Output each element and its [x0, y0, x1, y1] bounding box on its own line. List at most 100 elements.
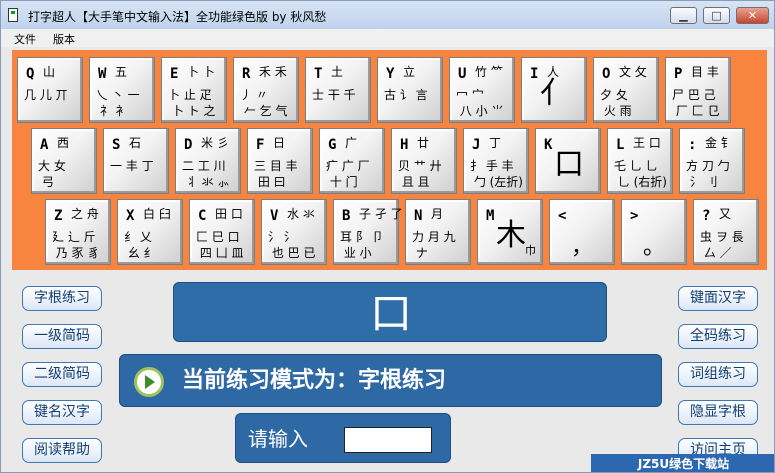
key-letter: G: [328, 137, 337, 153]
key-row2-7[interactable]: K口: [535, 128, 601, 194]
key-row2-0[interactable]: A西大 女 弓: [31, 128, 97, 194]
key-row2-6[interactable]: J丁扌 手 丰 勹 (左折): [463, 128, 529, 194]
key-row1-9[interactable]: P 目 丰尸 巴 己 厂 匚 㔾: [665, 57, 731, 123]
key-row3-3[interactable]: V 水 氺氵 ⺡ 也 巴 已: [261, 199, 327, 265]
radical-practice-button[interactable]: 字根练习: [22, 286, 102, 311]
key-row1-1[interactable]: W五乀 丶 一 礻 衤: [89, 57, 155, 123]
key-right: 五: [115, 65, 128, 79]
key-row1-6[interactable]: U 竹 ⺮冖 宀 八 小 ⺌: [449, 57, 515, 123]
key-row1-7[interactable]: I人亻: [521, 57, 587, 123]
key-right: 白 臼: [143, 207, 171, 221]
key-sub: 。: [642, 235, 665, 260]
key-row2-4[interactable]: G广疒 广 厂 十 门: [319, 128, 385, 194]
reading-help-button[interactable]: 阅读帮助: [22, 438, 102, 463]
key-letter: >: [630, 208, 639, 224]
key-big: 亻: [540, 76, 570, 111]
key-bottom: 古 讠 言: [384, 88, 428, 102]
key-letter: F: [256, 137, 265, 153]
key-right: 廿: [417, 136, 430, 150]
answer-input[interactable]: [344, 427, 432, 453]
key-big: 口: [554, 147, 584, 182]
mode-text: 当前练习模式为：字根练习: [182, 366, 446, 396]
key-row3-1[interactable]: X 白 臼纟 乂 幺 纟: [117, 199, 183, 265]
close-button[interactable]: ✕: [736, 7, 769, 24]
key-row3-0[interactable]: Z 之 舟廴 辶 斤 乃 豕 豸: [45, 199, 111, 265]
key-bottom: 虫 ヲ 長 厶 ／: [700, 230, 744, 260]
key-bottom: 大 女 弓: [38, 159, 66, 189]
key-sub: ，: [570, 235, 593, 260]
key-right: 子 孑 了: [359, 207, 403, 221]
input-panel: 请输入: [235, 413, 451, 463]
app-icon: [8, 8, 18, 22]
key-right: 土: [331, 65, 344, 79]
keyname-char-button[interactable]: 键名汉字: [22, 400, 102, 425]
key-row2-5[interactable]: H廿贝 艹 廾 且 且: [391, 128, 457, 194]
level1-shortcode-button[interactable]: 一级简码: [22, 324, 102, 349]
window-title: 打字超人【大手笔中文输入法】全功能绿色版 by 秋风愁: [28, 10, 327, 24]
input-label: 请输入: [248, 427, 308, 451]
toggle-radicals-button[interactable]: 隐显字根: [678, 400, 758, 425]
menu-version[interactable]: 版本: [53, 31, 75, 47]
key-row3-9[interactable]: ? 又虫 ヲ 長 厶 ／: [693, 199, 759, 265]
play-icon[interactable]: [134, 367, 164, 397]
key-bottom: 二 工 川 丬 氺 ⺗: [182, 159, 230, 189]
key-row1-8[interactable]: O 文 攵夕 夂 火 雨: [593, 57, 659, 123]
key-bottom: 冖 宀 八 小 ⺌: [456, 88, 504, 118]
key-row3-7[interactable]: <，: [549, 199, 615, 265]
maximize-button[interactable]: □: [703, 7, 730, 24]
menu-bar: 文件 版本: [1, 29, 774, 47]
menu-file[interactable]: 文件: [14, 31, 36, 47]
key-letter: X: [126, 208, 135, 224]
key-bottom: 耳 阝 卩 业 小: [340, 230, 384, 260]
key-row3-6[interactable]: M木巾: [477, 199, 543, 265]
key-right: 竹 ⺮: [475, 65, 503, 79]
key-letter: R: [242, 66, 251, 82]
key-letter: Q: [26, 66, 35, 82]
mode-prefix: 当前练习模式为：: [182, 368, 359, 393]
key-bottom: 夕 夂 火 雨: [600, 88, 632, 118]
key-row3-8[interactable]: >。: [621, 199, 687, 265]
key-right: 卜 卜: [187, 65, 215, 79]
key-letter: L: [616, 137, 625, 153]
phrase-practice-button[interactable]: 词组练习: [678, 362, 758, 387]
key-bottom: 尸 巴 己 厂 匚 㔾: [672, 88, 720, 118]
key-bottom: 几 儿 丌: [24, 88, 68, 102]
key-row1-5[interactable]: Y立古 讠 言: [377, 57, 443, 123]
mode-panel: 当前练习模式为：字根练习: [119, 354, 662, 407]
key-right: 水 氺: [287, 207, 315, 221]
key-row2-2[interactable]: D 米 彡二 工 川 丬 氺 ⺗: [175, 128, 241, 194]
watermark: JZ5U绿色下载站 www.jz5u.com: [591, 454, 774, 472]
key-letter: D: [184, 137, 193, 153]
key-right: 文 攵: [619, 65, 647, 79]
key-letter: <: [558, 208, 567, 224]
target-char-panel: 口: [173, 282, 607, 342]
key-right: 山: [43, 65, 56, 79]
key-letter: Y: [386, 66, 395, 82]
key-right: 王 口: [633, 136, 661, 150]
key-row2-9[interactable]: : 金 钅方 刀 勹 氵 刂: [679, 128, 745, 194]
key-row1-2[interactable]: E 卜 卜卜 止 疋 卜 ト 之: [161, 57, 227, 123]
key-bottom: 一 丰 丁: [110, 159, 154, 173]
key-row2-3[interactable]: F日三 目 丰 田 曰: [247, 128, 313, 194]
minimize-button[interactable]: ▁: [670, 7, 697, 24]
key-face-char-button[interactable]: 键面汉字: [678, 286, 758, 311]
key-row1-3[interactable]: R 禾 禾丿 〃 𠂉 乞 气: [233, 57, 299, 123]
full-code-practice-button[interactable]: 全码练习: [678, 324, 758, 349]
level2-shortcode-button[interactable]: 二级简码: [22, 362, 102, 387]
key-row1-4[interactable]: T土士 干 千: [305, 57, 371, 123]
key-bottom: 疒 广 厂 十 门: [326, 159, 370, 189]
key-corner: 巾: [525, 244, 536, 257]
key-row1-0[interactable]: Q山几 儿 丌: [17, 57, 83, 123]
key-row3-4[interactable]: B 子 孑 了耳 阝 卩 业 小: [333, 199, 403, 265]
key-right: 西: [57, 136, 70, 150]
key-bottom: 方 刀 勹 氵 刂: [686, 159, 730, 189]
key-letter: A: [40, 137, 49, 153]
key-row2-1[interactable]: S石一 丰 丁: [103, 128, 169, 194]
key-row3-2[interactable]: C 田 口匚 巳 口 四 凵 皿: [189, 199, 255, 265]
key-right: 立: [403, 65, 416, 79]
key-letter: J: [472, 137, 481, 153]
key-bottom: 乇 乚 乚 乚 (右折): [614, 159, 667, 189]
key-row2-8[interactable]: L 王 口乇 乚 乚 乚 (右折): [607, 128, 673, 194]
key-row3-5[interactable]: N月力 月 九 ナ: [405, 199, 471, 265]
key-bottom: 力 月 九 ナ: [412, 230, 456, 260]
